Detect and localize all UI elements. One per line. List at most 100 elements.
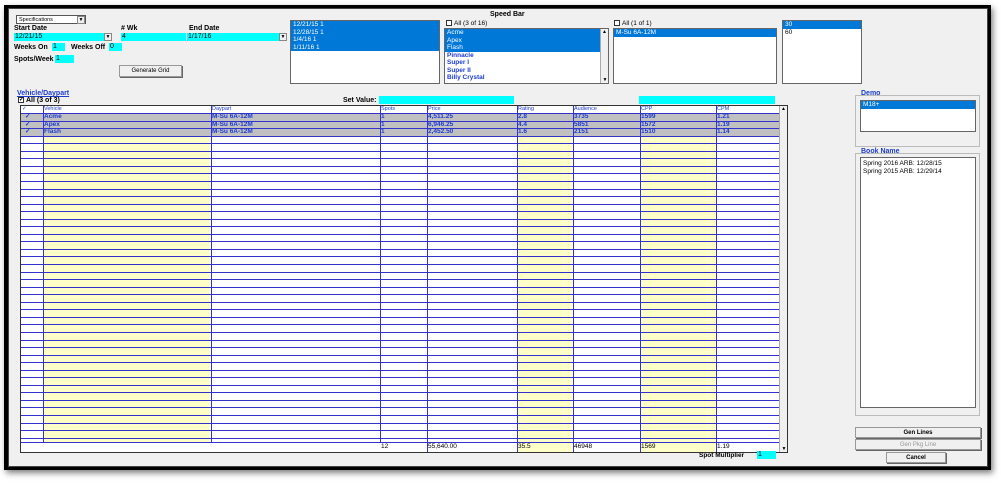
list-item[interactable]: 1/4/16 1	[291, 36, 439, 44]
chevron-down-icon[interactable]: ▼	[279, 33, 287, 41]
list-item[interactable]: 12/28/15 1	[291, 28, 439, 36]
list-item[interactable]: Super II	[445, 67, 608, 75]
main-window: Speed Bar Specifications ▼ Start Date 12…	[8, 8, 988, 467]
cell-vehicle: Flash	[44, 128, 61, 136]
chevron-up-icon[interactable]: ▲	[601, 29, 608, 35]
table-row[interactable]	[21, 120, 779, 129]
grid-column-fill	[517, 113, 573, 452]
grid-scrollbar[interactable]: ▲ ▼	[779, 106, 787, 452]
total-rating: 35.5	[518, 443, 531, 450]
chevron-down-icon[interactable]: ▼	[780, 446, 787, 452]
table-row[interactable]	[21, 128, 779, 136]
cell-price: 4,511.25	[428, 113, 453, 120]
grid-all-toggle[interactable]: ✓ All (3 of 3)	[18, 97, 60, 104]
list-item[interactable]: Flash	[445, 44, 608, 52]
list-item[interactable]: M-Su 6A-12M	[614, 29, 776, 37]
cell-spots: 1	[381, 120, 385, 128]
grid-row-line	[21, 196, 779, 198]
total-price: 55,640.00	[428, 443, 457, 450]
list-item[interactable]: Spring 2015 ARB: 12/29/14	[861, 168, 975, 176]
spot-length-list[interactable]: 30 60	[782, 20, 862, 84]
vehicle-list[interactable]: Acme Apex Flash Pinnacle Super I Super II Bill…	[444, 28, 609, 84]
cell-check[interactable]: ✓	[24, 113, 30, 121]
grid-row-line	[21, 203, 779, 205]
column-header-daypart[interactable]: Daypart	[211, 106, 231, 113]
weeks-off-label: Weeks Off	[71, 44, 106, 51]
cell-audience: 3735	[574, 113, 589, 120]
column-header-spots[interactable]: Spots	[380, 106, 395, 113]
weeks-count-field[interactable]: 4	[121, 33, 186, 41]
list-item[interactable]: 1/11/16 1	[291, 43, 439, 51]
weeks-off-field[interactable]: 0	[109, 43, 122, 51]
cell-vehicle: Apex	[44, 120, 60, 128]
cell-spots: 1	[381, 128, 385, 136]
table-row[interactable]	[21, 113, 779, 121]
grid-row-line	[21, 143, 779, 145]
grid-row-line	[21, 211, 779, 213]
checkbox[interactable]	[614, 20, 620, 27]
cell-cpp: 1599	[641, 113, 656, 120]
grid-row-line	[21, 437, 779, 439]
grid-column-line	[640, 106, 641, 452]
grid-row-line	[21, 241, 779, 243]
start-date-field[interactable]: 12/21/15 ▼	[14, 33, 112, 41]
vehicle-all-toggle[interactable]: All (3 of 16)	[446, 20, 487, 27]
column-header-price[interactable]: Price	[427, 106, 441, 113]
cancel-button[interactable]: Cancel	[886, 452, 946, 463]
set-value-spots-price[interactable]	[379, 96, 514, 104]
spots-week-field[interactable]: 1	[55, 55, 74, 63]
week-list[interactable]: 12/21/15 1 12/28/15 1 1/4/16 1 1/11/16 1	[290, 20, 440, 84]
chevron-down-icon[interactable]: ▼	[601, 77, 608, 83]
gen-pkg-line-button[interactable]: Gen Pkg Line	[855, 439, 981, 450]
column-header-cpp[interactable]: CPP	[640, 106, 652, 113]
cell-cpm: 1.21	[717, 113, 730, 120]
grid-row-line	[21, 173, 779, 175]
grid-row-line	[21, 301, 779, 303]
daypart-list[interactable]: M-Su 6A-12M	[613, 28, 777, 84]
spot-multiplier-field[interactable]: 1	[757, 451, 776, 459]
list-item[interactable]: 60	[783, 29, 861, 37]
end-date-label: End Date	[189, 25, 220, 32]
list-item[interactable]: 12/21/15 1	[291, 21, 439, 29]
grid-row-line	[21, 339, 779, 341]
chevron-down-icon[interactable]: ▼	[77, 16, 85, 24]
checkbox[interactable]	[446, 20, 452, 27]
cell-check[interactable]: ✓	[24, 121, 30, 129]
grid-row-line	[21, 415, 779, 416]
set-value-cpp-cpm[interactable]	[639, 96, 775, 104]
list-item[interactable]: M18+	[861, 101, 975, 109]
spots-week-label: Spots/Week	[14, 56, 54, 63]
list-item[interactable]: Spring 2016 ARB: 12/28/15	[861, 160, 975, 168]
column-header-check[interactable]: ✓	[21, 106, 27, 113]
weeks-on-field[interactable]: 1	[52, 43, 65, 51]
list-item[interactable]: Acme	[445, 29, 608, 37]
total-cpp: 1569	[641, 443, 656, 450]
chevron-down-icon[interactable]: ▼	[104, 33, 112, 41]
book-name-list[interactable]: Spring 2016 ARB: 12/28/15 Spring 2015 ARB…	[860, 157, 976, 408]
list-item[interactable]: Pinnacle	[445, 52, 608, 60]
demo-list[interactable]: M18+	[860, 100, 976, 132]
column-header-rating[interactable]: Rating	[517, 106, 534, 113]
chevron-up-icon[interactable]: ▲	[780, 106, 787, 112]
cell-cpp: 1510	[641, 128, 656, 136]
speed-bar-title: Speed Bar	[490, 11, 525, 18]
cell-check[interactable]: ✓	[24, 128, 30, 136]
list-item[interactable]: Billy Crystal	[445, 74, 608, 82]
list-item[interactable]: Apex	[445, 36, 608, 44]
column-header-audience[interactable]: Audience	[573, 106, 597, 113]
gen-lines-button[interactable]: Gen Lines	[855, 427, 981, 438]
checkbox[interactable]: ✓	[18, 97, 24, 104]
daypart-all-toggle[interactable]: All (1 of 1)	[614, 20, 652, 27]
list-item[interactable]: 30	[783, 21, 861, 29]
list-item[interactable]: Super I	[445, 59, 608, 67]
specifications-dropdown[interactable]: Specifications ▼	[16, 15, 86, 24]
column-header-cpm[interactable]: CPM	[716, 106, 729, 113]
column-header-vehicle[interactable]: Vehicle	[43, 106, 62, 113]
generate-grid-button[interactable]: Generate Grid	[119, 65, 182, 77]
vehicle-list-scrollbar[interactable]: ▲ ▼	[600, 29, 608, 83]
grid-column-fill	[640, 113, 716, 452]
cell-cpp: 1572	[641, 120, 656, 128]
grid-row-line	[21, 113, 779, 114]
vehicle-daypart-grid[interactable]: ▲ ▼ ✓ Vehicle Daypart Spots Price Rating Audie…	[20, 105, 788, 453]
end-date-field[interactable]: 1/17/16 ▼	[187, 33, 287, 41]
